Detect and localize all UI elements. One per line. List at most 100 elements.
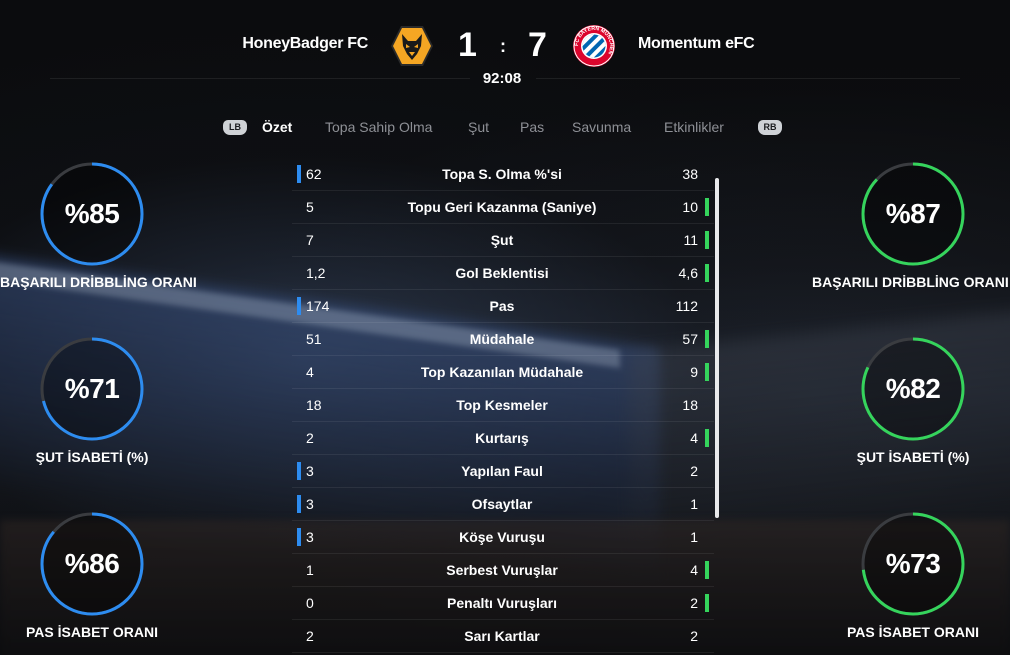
stat-label: Topu Geri Kazanma (Saniye) (407, 199, 597, 215)
tab-possession[interactable]: Topa Sahip Olma (325, 119, 432, 135)
away-leader-marker (705, 561, 709, 579)
home-shot-accuracy-ring: %71 (40, 337, 144, 441)
ring-value: %87 (885, 198, 941, 229)
home-stat-value: 3 (306, 496, 314, 512)
stat-label: Yapılan Faul (461, 463, 543, 479)
away-leader-marker (705, 264, 709, 282)
away-stat-value: 4 (690, 562, 698, 578)
rb-bumper-icon[interactable]: RB (758, 120, 782, 135)
stat-row: 5 Topu Geri Kazanma (Saniye) 10 (292, 191, 714, 224)
away-shot-accuracy-ring: %82 (861, 337, 965, 441)
ring-label: PAS İSABET ORANI (26, 624, 158, 640)
away-stat-value: 112 (675, 298, 698, 314)
stat-row: 4 Top Kazanılan Müdahale 9 (292, 356, 714, 389)
away-stat-value: 2 (690, 463, 698, 479)
ring-value: %82 (885, 373, 941, 404)
stat-label: Ofsaytlar (471, 496, 533, 512)
away-leader-marker (705, 330, 709, 348)
stat-label: Müdahale (469, 331, 535, 347)
stat-row: 51 Müdahale 57 (292, 323, 714, 356)
stat-row: 18 Top Kesmeler 18 (292, 389, 714, 422)
home-stat-value: 1 (306, 562, 314, 578)
stat-label: Pas (489, 298, 515, 314)
home-leader-marker (297, 297, 301, 315)
away-leader-marker (705, 231, 709, 249)
home-stat-value: 18 (306, 397, 322, 413)
away-stat-value: 1 (690, 529, 698, 545)
away-score: 7 (528, 26, 547, 64)
home-stat-value: 3 (306, 463, 314, 479)
away-stat-value: 2 (690, 595, 698, 611)
home-stat-value: 0 (306, 595, 314, 611)
home-stat-value: 174 (306, 298, 330, 314)
tab-events[interactable]: Etkinlikler (664, 119, 724, 135)
stats-table[interactable]: 62 Topa S. Olma %'si 38 5 Topu Geri Kazanma … (292, 158, 714, 653)
stat-label: Sarı Kartlar (464, 628, 540, 644)
ring-label: ŞUT İSABETİ (%) (856, 449, 970, 465)
away-leader-marker (705, 594, 709, 612)
stat-row: 174 Pas 112 (292, 290, 714, 323)
ring-label: BAŞARILI DRİBBLİNG ORANI (812, 274, 1009, 290)
stat-label: Penaltı Vuruşları (447, 595, 557, 611)
stat-label: Kurtarış (475, 430, 529, 446)
stats-scrollbar[interactable] (715, 178, 719, 518)
away-stat-value: 18 (682, 397, 698, 413)
away-stat-value: 9 (690, 364, 698, 380)
stat-row: 2 Kurtarış 4 (292, 422, 714, 455)
home-stat-value: 2 (306, 628, 314, 644)
home-stat-value: 1,2 (306, 265, 326, 281)
home-dribbling-ring: %85 (40, 162, 144, 266)
home-stat-value: 4 (306, 364, 314, 380)
home-pass-accuracy-ring: %86 (40, 512, 144, 616)
home-stat-value: 5 (306, 199, 314, 215)
home-stat-value: 62 (306, 166, 322, 182)
tab-defending[interactable]: Savunma (572, 119, 631, 135)
tab-summary[interactable]: Özet (262, 119, 292, 135)
stat-row: 0 Penaltı Vuruşları 2 (292, 587, 714, 620)
stat-label: Gol Beklentisi (455, 265, 549, 281)
score-separator: : (500, 36, 506, 56)
ring-value: %73 (885, 548, 941, 579)
stat-label: Top Kazanılan Müdahale (420, 364, 584, 380)
away-stat-value: 10 (682, 199, 698, 215)
stat-row: 1 Serbest Vuruşlar 4 (292, 554, 714, 587)
away-stat-value: 57 (682, 331, 698, 347)
home-team-name: HoneyBadger FC (242, 35, 368, 52)
match-clock: 92:08 (482, 70, 522, 87)
stat-row: 62 Topa S. Olma %'si 38 (292, 158, 714, 191)
home-score: 1 (458, 26, 477, 64)
home-stat-value: 7 (306, 232, 314, 248)
stat-row: 3 Köşe Vuruşu 1 (292, 521, 714, 554)
away-stat-value: 38 (682, 166, 698, 182)
away-stat-value: 1 (690, 496, 698, 512)
ring-value: %71 (64, 373, 120, 404)
tab-passes[interactable]: Pas (520, 119, 544, 135)
ring-value: %85 (64, 198, 120, 229)
stat-label: Şut (490, 232, 514, 248)
home-leader-marker (297, 165, 301, 183)
away-leader-marker (705, 429, 709, 447)
lb-bumper-icon[interactable]: LB (223, 120, 247, 135)
home-leader-marker (297, 462, 301, 480)
away-team-name: Momentum eFC (638, 35, 755, 52)
away-pass-accuracy-ring: %73 (861, 512, 965, 616)
stats-tab-bar: LB Özet Topa Sahip Olma Şut Pas Savunma … (0, 116, 1010, 138)
stat-row: 7 Şut 11 (292, 224, 714, 257)
home-leader-marker (297, 528, 301, 546)
stat-label: Köşe Vuruşu (459, 529, 545, 545)
ring-label: ŞUT İSABETİ (%) (35, 449, 149, 465)
away-stat-value: 4,6 (678, 265, 698, 281)
match-header: HoneyBadger FC 1 : 7 FC BAYERN MÜNCHEN M… (0, 0, 1010, 92)
stat-row: 3 Ofsaytlar 1 (292, 488, 714, 521)
stat-label: Topa S. Olma %'si (442, 166, 562, 182)
stat-label: Top Kesmeler (456, 397, 548, 413)
stat-row: 1,2 Gol Beklentisi 4,6 (292, 257, 714, 290)
away-stat-value: 11 (683, 232, 698, 248)
home-leader-marker (297, 495, 301, 513)
stat-label: Serbest Vuruşlar (446, 562, 558, 578)
away-leader-marker (705, 363, 709, 381)
ring-label: PAS İSABET ORANI (847, 624, 979, 640)
tab-shots[interactable]: Şut (468, 119, 489, 135)
away-stat-value: 2 (690, 628, 698, 644)
ring-value: %86 (64, 548, 120, 579)
